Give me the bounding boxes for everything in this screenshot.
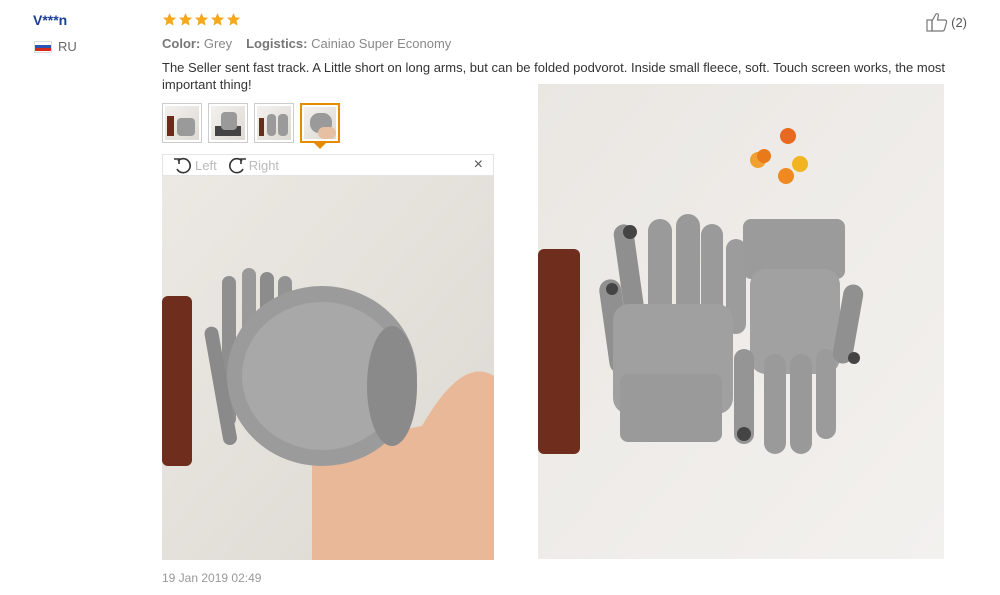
logistics-value: Cainiao Super Economy — [311, 36, 452, 51]
close-icon[interactable]: × — [474, 156, 483, 174]
color-attribute: Color: Grey — [162, 36, 232, 51]
helpful-count: (2) — [951, 14, 967, 30]
reviewer-country: RU — [34, 39, 77, 54]
review-date: 19 Jan 2019 02:49 — [162, 571, 262, 585]
rotate-right-label: Right — [248, 157, 280, 173]
review-photo-large — [162, 176, 494, 560]
color-value: Grey — [203, 36, 233, 51]
color-label: Color: — [162, 36, 201, 51]
russia-flag-icon — [34, 40, 52, 53]
photo-thumbnails — [162, 103, 340, 143]
reviewer-name[interactable]: V***n — [33, 12, 67, 28]
country-code: RU — [58, 39, 77, 54]
star-icon — [226, 12, 241, 26]
star-icon — [210, 12, 225, 26]
helpful-button[interactable]: (2) — [926, 12, 967, 32]
star-rating — [162, 12, 241, 27]
image-viewer-toolbar: Left Right × — [162, 154, 494, 176]
review-photo-side — [538, 84, 944, 559]
rotate-left-button[interactable]: Left — [173, 156, 217, 174]
photo-thumbnail[interactable] — [208, 103, 248, 143]
star-icon — [162, 12, 177, 26]
photo-thumbnail-active[interactable] — [300, 103, 340, 143]
photo-thumbnail[interactable] — [254, 103, 294, 143]
rotate-right-icon — [228, 157, 246, 174]
rotate-right-button[interactable]: Right — [227, 156, 279, 174]
photo-thumbnail[interactable] — [162, 103, 202, 143]
star-icon — [194, 12, 209, 26]
rotate-left-icon — [174, 157, 191, 174]
logistics-label: Logistics: — [246, 36, 308, 51]
star-icon — [178, 12, 193, 26]
thumbs-up-icon — [926, 13, 948, 32]
logistics-attribute: Logistics: Cainiao Super Economy — [246, 36, 451, 51]
rotate-left-label: Left — [195, 157, 217, 173]
review-attributes: Color: Grey Logistics: Cainiao Super Eco… — [162, 36, 451, 51]
